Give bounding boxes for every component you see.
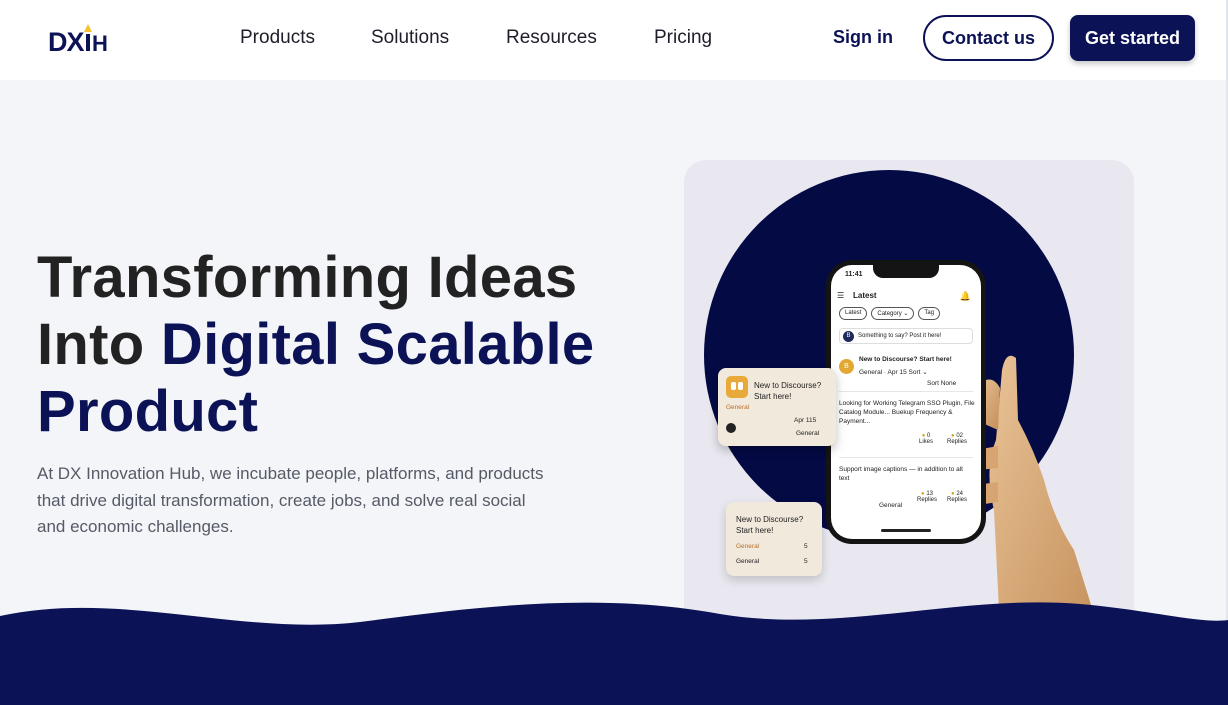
get-started-button[interactable]: Get started: [1070, 15, 1195, 61]
summary-row-2-value: 5: [804, 558, 808, 565]
hero-title-line1: Transforming Ideas: [37, 245, 578, 310]
chat-bubble-icon: [726, 376, 748, 398]
phone-time: 11:41: [845, 271, 863, 278]
topic-2-likes: ● 0 Likes: [919, 433, 934, 445]
divider: [839, 391, 973, 392]
bell-icon: 🔔: [959, 291, 971, 301]
summary-row-2-label: General: [736, 558, 760, 565]
topic-2-title: Looking for Working Telegram SSO Plugin,…: [839, 400, 975, 425]
summary-row-1-label: General: [736, 543, 760, 550]
chip-tag: Tag: [918, 307, 941, 320]
topic-3-title: Support image captions — in addition to …: [839, 466, 963, 482]
floating-card-category: General: [726, 404, 750, 411]
hero-title-line2-accent: Digital Scalable: [160, 312, 595, 377]
floating-card-date: Apr 115: [794, 417, 817, 424]
site-header: DX H Products Solutions Resources Pricin…: [0, 0, 1228, 80]
floating-summary-title: New to Discourse? Start here!: [736, 515, 804, 535]
nav-products[interactable]: Products: [240, 27, 315, 49]
svg-text:DX: DX: [48, 27, 84, 57]
topic-3-replies: ● 24 Replies: [947, 491, 968, 503]
hero-description: At DX Innovation Hub, we incubate people…: [37, 464, 544, 536]
menu-icon: ☰: [837, 291, 845, 300]
divider: [839, 457, 973, 458]
topic-1-title: New to Discourse? Start here!: [859, 356, 952, 363]
topic-2-replies: ● 02 Replies: [947, 433, 968, 445]
topic-1-meta: General · Apr 15 Sort ⌄: [859, 369, 928, 376]
contact-us-button[interactable]: Contact us: [923, 15, 1054, 61]
user-avatar-icon: B: [843, 331, 854, 342]
phone-post-prompt: B Something to say? Post it here!: [839, 328, 973, 344]
nav-resources[interactable]: Resources: [506, 27, 597, 49]
floating-card-title: New to Discourse? Start here!: [754, 381, 822, 401]
topic-1-sub: Sort None: [927, 380, 957, 387]
floating-topic-card: New to Discourse? Start here! General Ap…: [718, 368, 836, 446]
topic-3-category: General: [879, 502, 903, 509]
nav-pricing[interactable]: Pricing: [654, 27, 712, 49]
summary-row-1-value: 5: [804, 543, 808, 550]
phone-header: Latest: [853, 291, 877, 300]
topic-3-likes: ● 13 Replies: [917, 491, 938, 503]
chip-category: Category ⌄: [871, 307, 915, 320]
sign-in-link[interactable]: Sign in: [833, 27, 893, 48]
hero-title-line2-plain: Into: [37, 312, 161, 377]
chip-latest: Latest: [839, 307, 868, 320]
hero-title: Transforming Ideas Into Digital Scalable…: [37, 244, 637, 445]
phone-mockup: 11:41 ☰ Latest 🔔 Latest Category ⌄ Tag B…: [826, 260, 986, 544]
phone-notch: [873, 265, 939, 278]
phone-screen: 11:41 ☰ Latest 🔔 Latest Category ⌄ Tag B…: [831, 265, 981, 539]
phone-filter-chips: Latest Category ⌄ Tag: [839, 307, 941, 320]
hero-image: 11:41 ☰ Latest 🔔 Latest Category ⌄ Tag B…: [684, 160, 1134, 640]
floating-summary-card: New to Discourse? Start here! General 5 …: [726, 502, 822, 576]
nav-solutions[interactable]: Solutions: [371, 27, 449, 49]
topic-avatar-icon: B: [839, 359, 854, 374]
floating-card-footer: General: [796, 430, 820, 437]
bottom-wave: [0, 602, 1228, 705]
hero-title-line3: Product: [37, 379, 259, 444]
info-icon: [726, 423, 736, 433]
post-prompt-text: Something to say? Post it here!: [858, 333, 942, 339]
phone-home-bar: [881, 529, 931, 532]
svg-text:H: H: [92, 31, 108, 56]
dxih-logo[interactable]: DX H: [48, 24, 118, 58]
